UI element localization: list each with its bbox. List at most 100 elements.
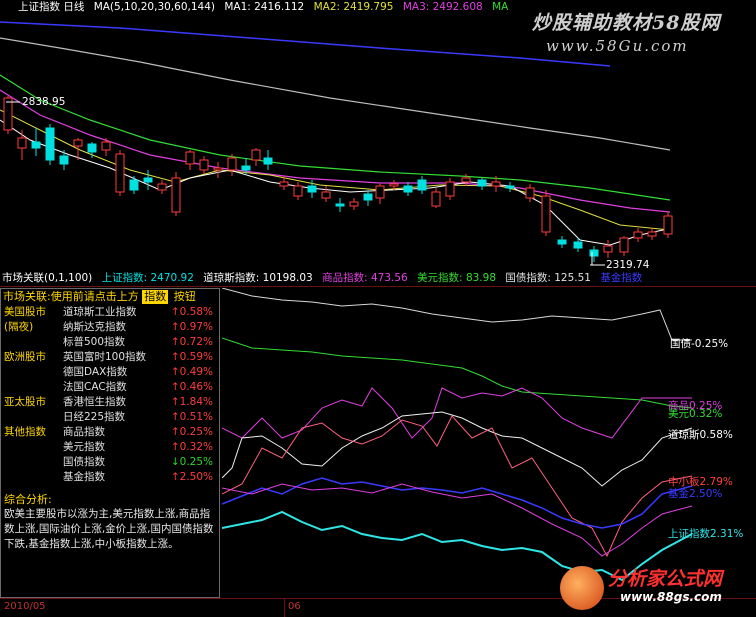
index-category: 亚太股市 — [4, 396, 46, 408]
candle-down — [589, 249, 599, 257]
index-button[interactable]: 指数 — [142, 290, 169, 304]
candle-up — [17, 137, 27, 149]
price-high-label: 2838.95 — [22, 96, 66, 108]
index-category: (隔夜) — [4, 321, 34, 333]
watermark-58gu: 炒股辅助教材58股网 www.58Gu.com — [532, 8, 756, 55]
candle-up — [375, 185, 385, 199]
candle-up — [73, 139, 83, 147]
candle-up — [101, 141, 111, 151]
watermark-58gu-line2: www.58Gu.com — [546, 37, 689, 55]
index-name: 法国CAC指数 — [63, 381, 127, 393]
dow-line — [221, 411, 693, 487]
candle-down — [45, 127, 55, 161]
candle-up — [603, 245, 613, 253]
label-usd: 美元0.32% — [668, 408, 723, 420]
candle-up — [525, 187, 535, 199]
market-linkage-panel: 市场关联:使用前请点击上方 指数 按钮 美国股市 道琼斯工业指数 ↑0.58% (隔夜… — [0, 288, 220, 598]
label-bond: 国债-0.25% — [670, 338, 729, 350]
date-label-start: 2010/05 — [4, 601, 46, 612]
index-change: ↑0.72% — [170, 336, 213, 348]
index-change: ↑0.49% — [170, 366, 213, 378]
candle-up — [619, 237, 629, 253]
index-row[interactable]: 基金指数 ↑2.50% — [1, 470, 217, 485]
fund-value: 基金指数 — [600, 272, 643, 284]
index-row[interactable]: 德国DAX指数 ↑0.49% — [1, 365, 217, 380]
label-shanghai: 上证指数2.31% — [668, 528, 744, 540]
candle-up — [431, 191, 441, 207]
candle-up — [213, 167, 223, 171]
index-category: 欧洲股市 — [4, 351, 46, 363]
index-change: ↑0.51% — [170, 411, 213, 423]
index-name: 道琼斯工业指数 — [63, 306, 137, 318]
watermark-88gs-line1: 分析家公式网 — [608, 568, 723, 590]
index-row[interactable]: 国债指数 ↓0.25% — [1, 455, 217, 470]
label-fund: 基金2.50% — [668, 488, 723, 500]
candle-up — [633, 231, 643, 239]
candle-up — [185, 151, 195, 165]
ma10-line — [0, 109, 671, 231]
candle-down — [403, 185, 413, 193]
index-name: 基金指数 — [63, 471, 105, 483]
shanghai-value: 上证指数: 2470.92 — [101, 272, 194, 284]
candle-up — [663, 215, 673, 235]
ma30-line — [0, 74, 671, 201]
summary-text: 欧美主要股市以涨为主,美元指数上涨,商品指数上涨,国际油价上涨,金价上涨,国内国… — [4, 508, 214, 550]
index-row[interactable]: 其他指数 商品指数 ↑0.25% — [1, 425, 217, 440]
fund-line — [221, 477, 693, 529]
candle-up — [389, 183, 399, 187]
summary-title: 综合分析: — [4, 493, 52, 506]
index-change: ↑0.46% — [170, 381, 213, 393]
watermark-88gs-line2: www.88gs.com — [620, 590, 722, 604]
ma2-value: MA2: 2419.795 — [313, 1, 394, 13]
index-row[interactable]: 美国股市 道琼斯工业指数 ↑0.58% — [1, 305, 217, 320]
index-row[interactable]: 法国CAC指数 ↑0.46% — [1, 380, 217, 395]
candle-up — [279, 181, 289, 187]
candle-up — [157, 183, 167, 191]
index-change: ↑0.25% — [170, 426, 213, 438]
candle-down — [143, 177, 153, 183]
index-row[interactable]: 亚太股市 香港恒生指数 ↑1.84% — [1, 395, 217, 410]
candle-down — [31, 141, 41, 149]
ma-legend-bar: 上证指数 日线 MA(5,10,20,30,60,144) MA1: 2416.… — [0, 0, 514, 14]
ma1-value: MA1: 2416.112 — [224, 1, 305, 13]
candle-up — [321, 191, 331, 199]
candle-up — [3, 97, 13, 131]
linkage-line-chart[interactable]: 国债-0.25% 商品0.25% 美元0.32% 道琼斯0.58% 中小板2.7… — [221, 287, 756, 598]
watermark-88gs: 分析家公式网 www.88gs.com — [560, 562, 756, 614]
candle-up — [251, 149, 261, 161]
index-category: 其他指数 — [4, 426, 46, 438]
candle-down — [363, 193, 373, 201]
index-change: ↑2.50% — [170, 471, 213, 483]
index-row[interactable]: 美元指数 ↑0.32% — [1, 440, 217, 455]
pane-divider — [0, 286, 756, 287]
candle-up — [541, 195, 551, 233]
button-button[interactable]: 按钮 — [172, 290, 198, 304]
candle-down — [59, 155, 69, 165]
index-change: ↓0.25% — [170, 456, 213, 468]
logo-icon — [560, 566, 604, 610]
index-row[interactable]: 标普500指数 ↑0.72% — [1, 335, 217, 350]
candle-up — [115, 153, 125, 193]
index-name: 英国富时100指数 — [63, 351, 147, 363]
index-row[interactable]: 日经225指数 ↑0.51% — [1, 410, 217, 425]
ma4-prefix: MA — [492, 1, 509, 13]
linkage-title: 市场关联(0,1,100) — [2, 272, 93, 284]
candle-down — [573, 241, 583, 249]
index-change: ↑0.32% — [170, 441, 213, 453]
index-name: 国债指数 — [63, 456, 105, 468]
panel-header-text: 市场关联:使用前请点击上方 — [3, 290, 139, 303]
bond-value: 国债指数: 125.51 — [505, 272, 591, 284]
ma3-value: MA3: 2492.608 — [402, 1, 483, 13]
chart-title: 上证指数 日线 — [18, 1, 85, 13]
index-row[interactable]: (隔夜) 纳斯达克指数 ↑0.97% — [1, 320, 217, 335]
candle-up — [171, 177, 181, 213]
index-change: ↑0.58% — [170, 306, 213, 318]
candle-up — [199, 159, 209, 171]
index-row[interactable]: 欧洲股市 英国富时100指数 ↑0.59% — [1, 350, 217, 365]
market-linkage-legend: 市场关联(0,1,100) 上证指数: 2470.92 道琼斯指数: 10198… — [0, 271, 756, 285]
candle-up — [491, 181, 501, 187]
ma-params: MA(5,10,20,30,60,144) — [93, 1, 215, 13]
commodity-line — [221, 387, 692, 439]
linkage-svg — [221, 287, 693, 582]
commodity-value: 商品指数: 473.56 — [322, 272, 408, 284]
